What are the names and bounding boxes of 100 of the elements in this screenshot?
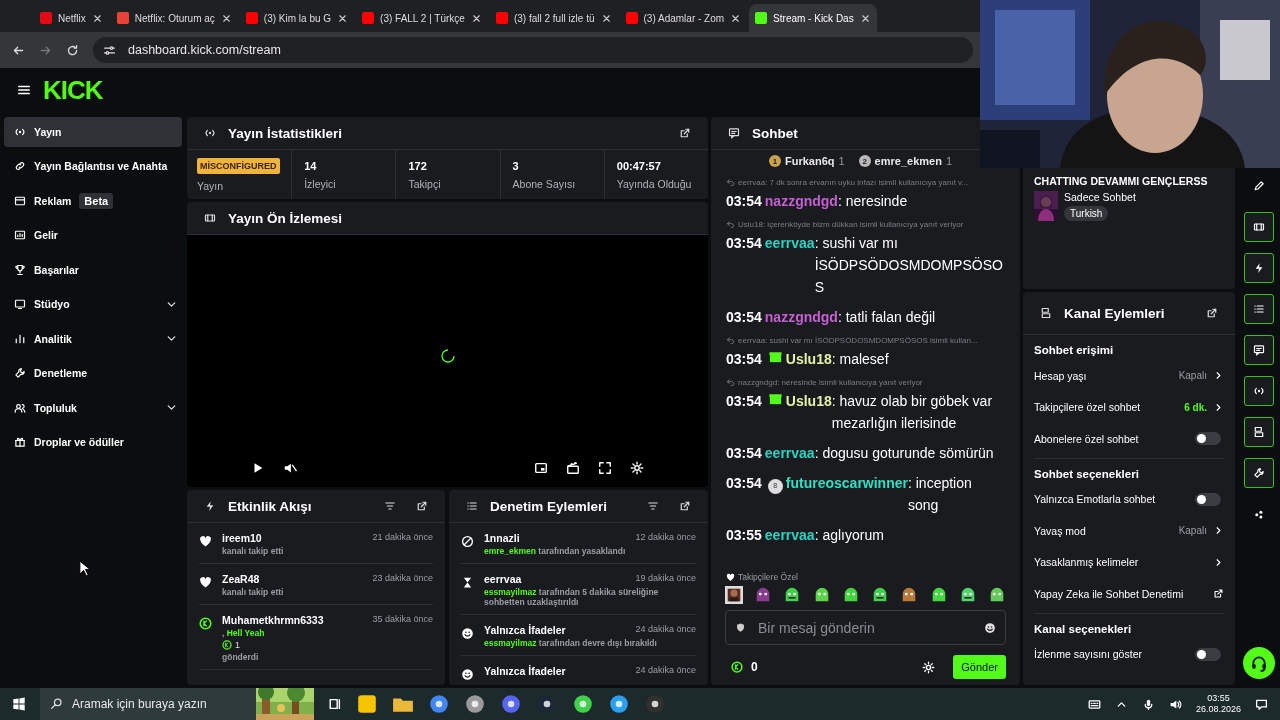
chat-username[interactable]: Uslu18 <box>785 390 832 412</box>
support-button[interactable] <box>1243 647 1275 679</box>
toggle-switch[interactable] <box>1195 647 1221 661</box>
logo[interactable]: KICK <box>43 74 103 106</box>
filter-icon[interactable] <box>384 500 396 512</box>
browser-tab[interactable]: Stream - Kick Das <box>749 4 877 32</box>
settings-icon[interactable] <box>630 461 644 475</box>
sidebar-item[interactable]: Reklam Beta <box>4 186 182 216</box>
gift-badge-icon <box>767 349 783 364</box>
browser-tab[interactable]: (3) FALL 2 | Türkçe <box>356 4 488 32</box>
close-icon[interactable] <box>337 12 349 24</box>
chat-input[interactable]: Bir mesaj gönderin <box>725 610 1006 645</box>
address-bar[interactable]: dashboard.kick.com/stream <box>93 37 973 63</box>
close-icon[interactable] <box>859 12 871 24</box>
headset-icon <box>1250 654 1268 672</box>
clock-date[interactable]: 26.08.2026 <box>1195 704 1241 715</box>
sidebar-item[interactable]: Stüdyo <box>4 289 182 319</box>
windows-icon[interactable] <box>12 697 26 711</box>
broadcast-icon[interactable] <box>1244 376 1274 406</box>
sidebar-item[interactable]: Analitik <box>4 324 182 354</box>
wrench-icon[interactable] <box>1244 458 1274 488</box>
leader-username[interactable]: emre_ekmen <box>874 155 942 167</box>
app-icon[interactable] <box>536 693 558 715</box>
browser-tab[interactable]: (3) fall 2 full izle tü <box>489 4 618 32</box>
leader-username[interactable]: Furkan6q <box>784 155 835 167</box>
chat-time: 03:54 <box>726 234 762 253</box>
notification-icon[interactable] <box>1255 697 1268 711</box>
menu-icon[interactable] <box>17 83 31 97</box>
pip-icon[interactable] <box>534 461 548 475</box>
taskbar-search-field[interactable]: Aramak için buraya yazın <box>40 688 256 720</box>
app-icon[interactable] <box>644 693 666 715</box>
settings-icon[interactable] <box>922 660 936 674</box>
site-settings-icon[interactable] <box>103 43 116 57</box>
setting-label: İzlenme sayısını göster <box>1034 648 1143 661</box>
fullscreen-icon[interactable] <box>598 461 612 475</box>
sidebar-item[interactable]: Gelir <box>4 220 182 250</box>
event-time: 35 dakika önce <box>372 614 433 626</box>
send-button[interactable]: Gönder <box>953 655 1006 679</box>
chat-username[interactable]: futureoscarwinner <box>785 472 908 494</box>
browser-tab[interactable]: Netflix: Oturum aç <box>110 4 238 32</box>
close-icon[interactable] <box>600 12 612 24</box>
browser-tab[interactable]: Netflix <box>34 4 109 32</box>
chat-username[interactable]: eerrvaa <box>764 524 815 546</box>
sidebar-item[interactable]: Denetleme <box>4 358 182 388</box>
category-text[interactable]: Sadece Sohbet <box>1064 191 1136 203</box>
app-icon[interactable] <box>608 693 630 715</box>
list-icon[interactable] <box>1244 294 1274 324</box>
emoji-icon[interactable] <box>984 622 996 634</box>
chat-time: 03:54 <box>726 308 762 327</box>
tag-chip[interactable]: Turkish <box>1064 206 1109 221</box>
close-icon[interactable] <box>730 12 742 24</box>
close-icon[interactable] <box>91 12 103 24</box>
close-icon[interactable] <box>220 12 232 24</box>
app-icon[interactable] <box>428 693 450 715</box>
pop-out-icon[interactable] <box>416 500 428 512</box>
chat-message-text: : sushi var mı İSÖDPSÖDOSMDOMPSÖSOS <box>814 234 1004 297</box>
app-icon[interactable] <box>356 693 378 715</box>
toggle-switch[interactable] <box>1195 492 1221 506</box>
sidebar-item[interactable]: Yayın Bağlantısı ve Anahta <box>4 151 182 181</box>
gift-badge-icon <box>767 391 783 406</box>
chat-message-text: : inception song <box>907 474 973 515</box>
task-view-icon[interactable] <box>328 697 342 711</box>
chat-username[interactable]: eerrvaa <box>764 442 815 464</box>
search-icon <box>50 697 63 710</box>
heart-icon <box>199 535 212 548</box>
sidebar-item[interactable]: Topluluk <box>4 393 182 423</box>
panels-icon[interactable] <box>1244 417 1274 447</box>
clip-icon[interactable] <box>566 461 580 475</box>
chat-username[interactable]: nazzgndgd <box>764 306 838 328</box>
toggle-switch[interactable] <box>1195 432 1221 446</box>
sidebar-item[interactable]: Droplar ve ödüller <box>4 427 182 457</box>
sidebar-item[interactable]: Başarılar <box>4 255 182 285</box>
pop-out-icon[interactable] <box>679 127 691 139</box>
pop-out-icon[interactable] <box>679 500 691 512</box>
chat-icon[interactable] <box>1244 335 1274 365</box>
app-icon[interactable] <box>464 693 486 715</box>
filter-icon[interactable] <box>647 500 659 512</box>
keyboard-icon[interactable] <box>1087 697 1101 711</box>
rank-badge: 2 <box>858 155 871 167</box>
tab-favicon-icon <box>625 12 638 24</box>
panel-title: Sohbet <box>752 125 799 141</box>
chat-username[interactable]: eerrvaa <box>764 232 815 254</box>
external-link-icon[interactable] <box>1213 588 1224 600</box>
browser-tab[interactable]: (3) Kim la bu G <box>239 4 355 32</box>
stat-label: Abone Sayısı <box>512 177 577 190</box>
reload-icon[interactable] <box>66 43 79 57</box>
mute-icon[interactable] <box>283 461 297 475</box>
browser-tab[interactable]: (3) Adamlar - Zom <box>619 4 748 32</box>
clock-time[interactable]: 03:55 <box>1207 693 1230 704</box>
pop-out-icon[interactable] <box>1206 307 1218 319</box>
film-icon[interactable] <box>1244 212 1274 242</box>
chat-username[interactable]: nazzgndgd <box>764 190 838 212</box>
app-icon[interactable] <box>500 693 522 715</box>
sidebar-item[interactable]: Yayın <box>4 117 182 147</box>
chat-username[interactable]: Uslu18 <box>785 348 832 370</box>
bolt-icon[interactable] <box>1244 253 1274 283</box>
panels-icon <box>1040 307 1052 319</box>
close-icon[interactable] <box>470 12 482 24</box>
volume-icon[interactable] <box>1168 697 1182 711</box>
app-icon[interactable] <box>572 693 594 715</box>
